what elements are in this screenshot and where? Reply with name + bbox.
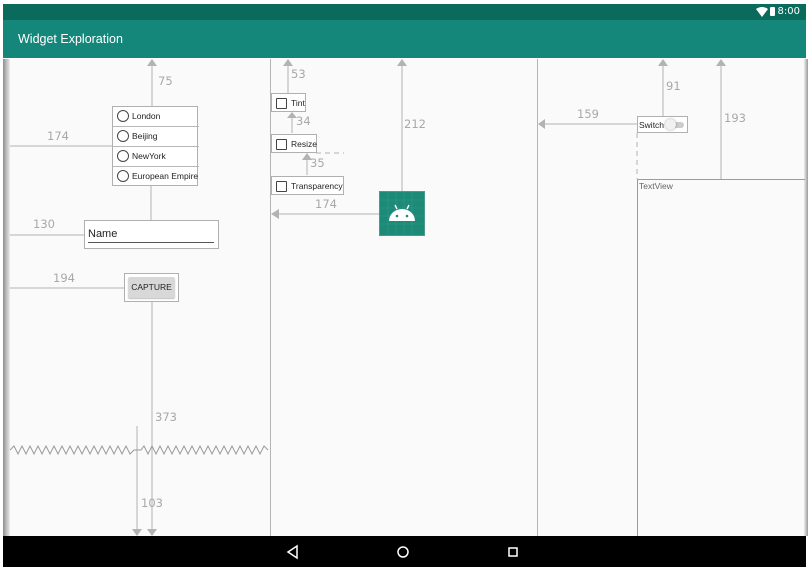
checkbox-label: Transparency [291,181,343,191]
capture-button-bounds: CAPTURE [124,273,179,302]
text-view-label: TextView [639,181,673,191]
radio-circle-icon [117,130,129,142]
checkbox-square-icon [276,181,287,192]
navigation-bar [3,536,806,567]
constraint-label-tint-top: 53 [291,67,306,81]
radio-circle-icon [117,150,129,162]
checkbox-resize[interactable]: Resize [271,134,317,153]
checkbox-label: Resize [291,139,317,149]
constraint-label-textview-top: 193 [724,111,746,125]
switch-label: Switch [639,120,665,130]
constraint-label-switch-top: 91 [666,79,681,93]
checkbox-label: Tint [291,98,305,108]
constraint-label-image-left: 174 [315,197,337,211]
back-icon[interactable] [285,544,301,560]
constraint-label-transparency-top: 35 [310,156,325,170]
home-icon[interactable] [395,544,411,560]
constraint-label-resize-top: 34 [296,114,311,128]
recents-icon[interactable] [505,544,521,560]
constraint-label-radio-left: 174 [47,129,69,143]
constraint-label-guideline-bottom: 103 [141,496,163,510]
device-screen: 8:00 Widget Exploration 75 174 130 194 3… [0,0,809,571]
text-view[interactable]: TextView [637,179,805,536]
checkbox-transparency[interactable]: Transparency [271,176,344,195]
radio-label: Beijing [132,131,158,141]
radio-circle-icon [117,170,129,182]
name-input-hint: Name [88,228,118,240]
radio-circle-icon [117,110,129,122]
constraint-label-image-top: 212 [404,117,426,131]
radio-option-newyork[interactable]: NewYork [113,147,199,167]
constraint-label-name-left: 130 [33,217,55,231]
constraint-label-radio-top: 75 [158,74,173,88]
constraint-label-switch-left: 159 [577,107,599,121]
radio-label: NewYork [132,151,166,161]
checkbox-square-icon [276,139,287,150]
switch-thumb [665,119,676,130]
radio-option-london[interactable]: London [113,107,199,127]
android-icon [380,192,424,235]
radio-label: London [132,111,161,121]
switch-toggle[interactable]: Switch [637,116,688,133]
image-view[interactable] [379,191,425,236]
checkbox-tint[interactable]: Tint [271,93,306,112]
radio-option-beijing[interactable]: Beijing [113,127,199,147]
name-input[interactable]: Name [84,220,219,249]
radio-label: European Empire [132,171,199,181]
constraint-label-capture-bottom: 373 [155,410,177,424]
constraint-label-capture-left: 194 [53,271,75,285]
radio-option-european-empire[interactable]: European Empire [113,167,199,187]
checkbox-square-icon [276,98,287,109]
capture-button[interactable]: CAPTURE [128,277,175,298]
name-input-underline [88,242,214,243]
city-radio-group: London Beijing NewYork European Empire [112,106,199,187]
